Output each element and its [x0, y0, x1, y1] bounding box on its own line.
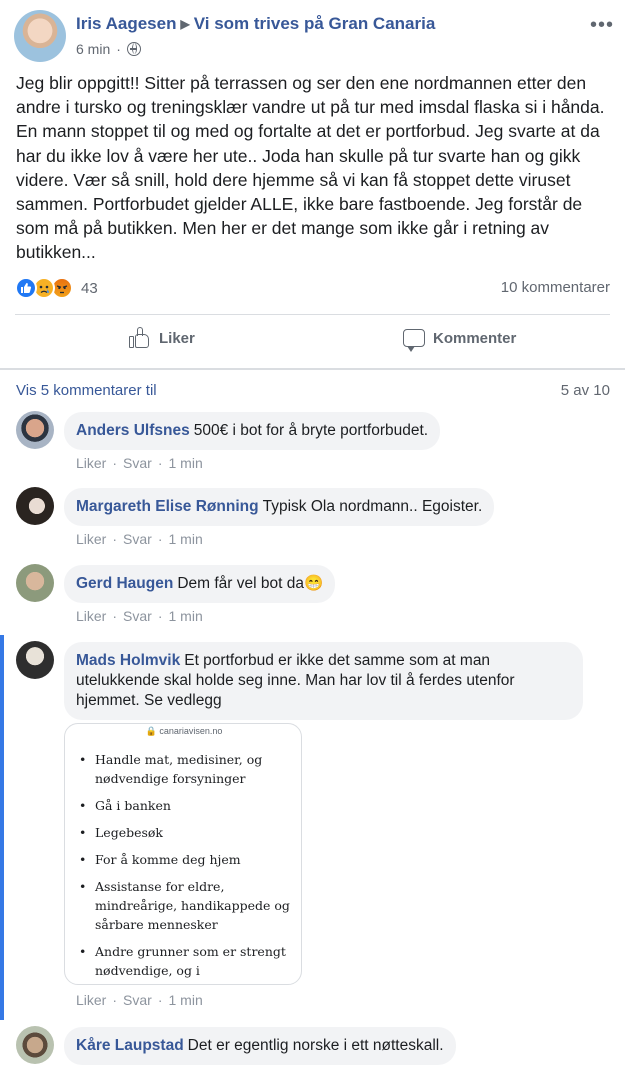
dot-separator: ·: [157, 455, 163, 471]
comment-actions: Liker · Svar · 1 min: [76, 992, 203, 1008]
attachment-list: Handle mat, medisiner, og nødvendige for…: [79, 750, 299, 984]
divider: [15, 314, 610, 315]
comment-actions: Liker · Svar · 1 min: [76, 608, 203, 624]
list-item: Andre grunner som er strengt nødvendige,…: [79, 942, 299, 984]
comment-text: Dem får vel bot da😁: [177, 575, 324, 592]
avatar[interactable]: [16, 564, 54, 602]
post-meta: 6 min ·: [76, 41, 141, 57]
comment-like-link[interactable]: Liker: [76, 608, 106, 624]
comment-like-link[interactable]: Liker: [76, 531, 106, 547]
comment-time[interactable]: 1 min: [169, 608, 203, 624]
like-button[interactable]: Liker: [129, 322, 195, 354]
comment-bubble: Kåre Laupstad Det er egentlig norske i et…: [64, 1027, 456, 1065]
comment-actions: Liker · Svar · 1 min: [76, 531, 203, 547]
comment-author[interactable]: Gerd Haugen: [76, 575, 173, 592]
list-item: Gå i banken: [79, 796, 299, 815]
dot-separator: ·: [112, 608, 118, 624]
like-reaction-icon: [15, 277, 37, 299]
dot-separator: ·: [116, 41, 121, 57]
list-item: Legebesøk: [79, 823, 299, 842]
post-author[interactable]: Iris Aagesen: [76, 14, 176, 33]
avatar[interactable]: [16, 487, 54, 525]
dot-separator: ·: [157, 992, 163, 1008]
dot-separator: ·: [112, 992, 118, 1008]
comment-bubble: Margareth Elise Rønning Typisk Ola nordma…: [64, 488, 495, 526]
comment-time[interactable]: 1 min: [169, 531, 203, 547]
comment-reply-link[interactable]: Svar: [123, 992, 152, 1008]
audience-icon[interactable]: [126, 42, 141, 56]
divider: [0, 368, 625, 370]
comment-like-link[interactable]: Liker: [76, 455, 106, 471]
comment-text: Typisk Ola nordmann.. Egoister.: [262, 498, 483, 515]
comment-bubble: Mads Holmvik Et portforbud er ikke det sa…: [64, 642, 583, 720]
comment-like-link[interactable]: Liker: [76, 992, 106, 1008]
dot-separator: ·: [157, 531, 163, 547]
comment-author[interactable]: Anders Ulfsnes: [76, 422, 190, 439]
group-name[interactable]: Vi som trives på Gran Canaria: [194, 14, 436, 33]
reaction-count: 43: [81, 279, 98, 297]
list-item: Handle mat, medisiner, og nødvendige for…: [79, 750, 299, 788]
comment-text: Det er egentlig norske i ett nøtteskall.: [187, 1037, 444, 1054]
like-button-label: Liker: [159, 329, 195, 347]
post-header: Iris Aagesen ▶ Vi som trives på Gran Canar…: [14, 10, 614, 66]
highlight-bar: [0, 635, 4, 1020]
comment-actions: Liker · Svar · 1 min: [76, 455, 203, 471]
comment-time[interactable]: 1 min: [169, 455, 203, 471]
reactions-summary[interactable]: 43: [15, 276, 98, 300]
comment-text: 500€ i bot for å bryte portforbudet.: [193, 422, 429, 439]
dot-separator: ·: [112, 531, 118, 547]
comment-bubble: Anders Ulfsnes 500€ i bot for å bryte por…: [64, 412, 441, 450]
comments-pager: 5 av 10: [560, 382, 610, 399]
comment-reply-link[interactable]: Svar: [123, 455, 152, 471]
comment-author[interactable]: Margareth Elise Rønning: [76, 498, 259, 515]
comment-time[interactable]: 1 min: [169, 992, 203, 1008]
comment-icon: [403, 329, 425, 352]
attachment-image[interactable]: 🔒 canariavisen.no Handle mat, medisiner,…: [64, 723, 302, 985]
view-more-comments[interactable]: Vis 5 kommentarer til: [16, 382, 157, 399]
avatar[interactable]: [16, 411, 54, 449]
more-options-icon[interactable]: •••: [590, 14, 614, 37]
post-text: Jeg blir oppgitt!! Sitter på terrassen o…: [16, 73, 605, 263]
comment-author[interactable]: Kåre Laupstad: [76, 1037, 184, 1054]
comment-bubble: Gerd Haugen Dem får vel bot da😁: [64, 565, 336, 603]
comment-button-label: Kommenter: [433, 329, 517, 347]
author-avatar[interactable]: [14, 10, 66, 62]
comment-count[interactable]: 10 kommentarer: [501, 279, 610, 296]
post-time[interactable]: 6 min: [76, 41, 110, 57]
avatar[interactable]: [16, 1026, 54, 1064]
avatar[interactable]: [16, 641, 54, 679]
comment-reply-link[interactable]: Svar: [123, 531, 152, 547]
comment-reply-link[interactable]: Svar: [123, 608, 152, 624]
dot-separator: ·: [112, 455, 118, 471]
attachment-url: 🔒 canariavisen.no: [145, 726, 223, 736]
comment-button[interactable]: Kommenter: [403, 322, 516, 354]
caret-right-icon: ▶: [180, 17, 190, 31]
comment-author[interactable]: Mads Holmvik: [76, 652, 180, 669]
author-line: Iris Aagesen ▶ Vi som trives på Gran Canar…: [76, 14, 435, 34]
thumbs-up-icon: [129, 327, 151, 349]
list-item: For å komme deg hjem: [79, 850, 299, 869]
dot-separator: ·: [157, 608, 163, 624]
list-item: Assistanse for eldre, mindreårige, handi…: [79, 877, 299, 934]
